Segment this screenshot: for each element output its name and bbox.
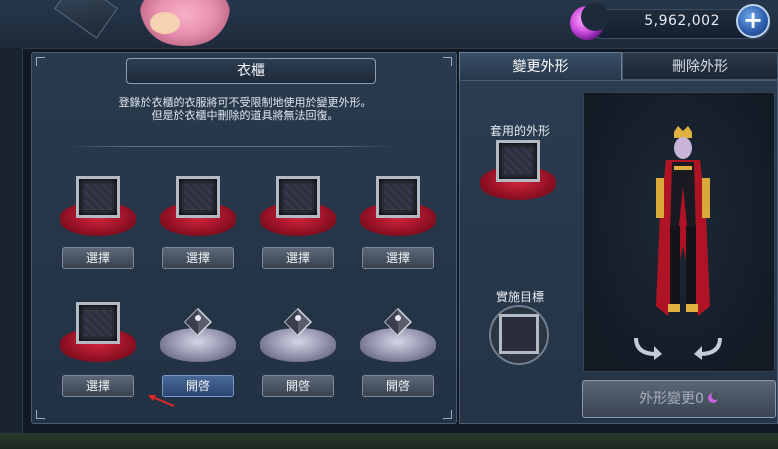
applied-appearance-slot[interactable] [478,136,558,206]
moon-currency-icon [570,3,608,40]
empty-slot-frame [496,140,540,182]
change-appearance-label: 外形變更0 [639,391,704,407]
corner-ornament [443,57,452,66]
character-model [656,126,710,316]
select-button[interactable]: 選擇 [62,247,134,269]
moon-currency-icon [707,392,719,403]
wardrobe-slot-6-locked [158,298,238,368]
empty-slot-frame [376,176,420,218]
unlock-slot-button[interactable]: 開啓 [362,375,434,397]
wardrobe-slot-8-locked [358,298,438,368]
wardrobe-slot-4[interactable] [358,172,438,242]
change-appearance-button[interactable]: 外形變更0 [582,380,776,418]
empty-slot-frame [76,302,120,344]
locked-pyramid-icon [184,308,212,336]
currency-amount: 5,962,002 [644,13,720,29]
select-button[interactable]: 選擇 [162,247,234,269]
wardrobe-slot-3[interactable] [258,172,338,242]
corner-ornament [443,410,452,419]
corner-ornament [36,57,45,66]
unlock-slot-button[interactable]: 開啓 [262,375,334,397]
corner-ornament [36,410,45,419]
notice-line-2: 但是於衣櫃中刪除的道具將無法回復。 [151,109,339,122]
wardrobe-title: 衣櫃 [126,58,376,84]
select-button[interactable]: 選擇 [62,375,134,397]
wardrobe-slot-5[interactable] [58,298,138,368]
empty-slot-frame [176,176,220,218]
tab-delete-appearance[interactable]: 刪除外形 [622,52,778,80]
wardrobe-slot-7-locked [258,298,338,368]
rotate-right-icon[interactable] [692,330,726,360]
add-currency-button[interactable]: + [736,4,770,38]
wardrobe-slot-2[interactable] [158,172,238,242]
notice-line-1: 登錄於衣櫃的衣服將可不受限制地使用於變更外形。 [118,96,372,109]
locked-pyramid-icon [384,308,412,336]
divider [66,146,396,147]
rotate-left-icon[interactable] [630,330,664,360]
pointer-arrow-icon [148,395,175,407]
target-label: 實施目標 [495,290,544,304]
locked-pyramid-icon [284,308,312,336]
wardrobe-notice: 登錄於衣櫃的衣服將可不受限制地使用於變更外形。 但是於衣櫃中刪除的道具將無法回復… [60,96,430,122]
tab-change-appearance[interactable]: 變更外形 [459,52,622,80]
wardrobe-slot-1[interactable] [58,172,138,242]
select-button[interactable]: 選擇 [362,247,434,269]
target-slot[interactable] [499,314,539,354]
empty-slot-frame [76,176,120,218]
bottom-background [0,433,778,449]
select-button[interactable]: 選擇 [262,247,334,269]
empty-slot-frame [276,176,320,218]
